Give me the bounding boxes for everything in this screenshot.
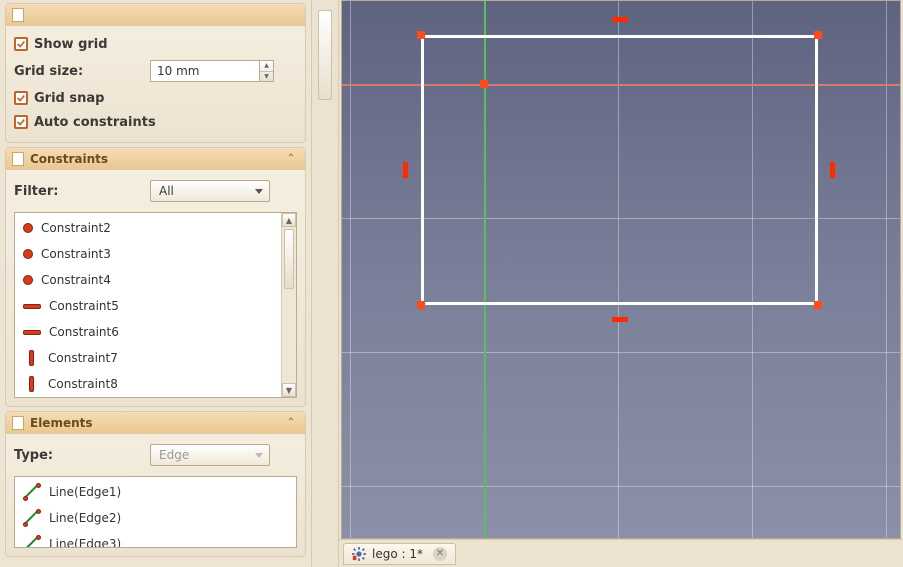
- spinner-down[interactable]: ▼: [260, 72, 273, 82]
- elements-panel-header[interactable]: Elements ⌃: [6, 412, 305, 434]
- elements-list: Line(Edge1) Line(Edge2) Line(Edge3): [14, 476, 297, 548]
- horizontal-constraint-icon: [612, 17, 628, 22]
- panel-divider[interactable]: [311, 0, 339, 567]
- grid-snap-checkbox[interactable]: [14, 91, 28, 105]
- point-constraint-icon: [23, 249, 33, 259]
- filter-select[interactable]: All: [150, 180, 270, 202]
- list-item-label: Constraint5: [49, 299, 119, 313]
- constraints-panel-header[interactable]: Constraints ⌃: [6, 148, 305, 170]
- close-icon[interactable]: ✕: [433, 547, 447, 561]
- sketch-point[interactable]: [417, 301, 425, 309]
- tab-label: lego : 1*: [372, 547, 423, 561]
- vertical-constraint-icon: [29, 350, 34, 366]
- line-element-icon: [23, 509, 41, 527]
- collapse-icon[interactable]: ⌃: [283, 415, 299, 431]
- constraints-list: Constraint2 Constraint3 Constraint4 Constra…: [14, 212, 297, 398]
- display-panel: Show grid Grid size: ▲▼ Grid snap Auto c…: [5, 3, 306, 143]
- auto-constraints-label: Auto constraints: [34, 115, 156, 130]
- document-tabbar: lego : 1* ✕: [339, 539, 903, 567]
- elements-panel: Elements ⌃ Type: Edge Line(Edge1)Line(Ed…: [5, 411, 306, 557]
- horizontal-constraint-icon: [23, 304, 41, 309]
- horizontal-constraint-icon: [612, 317, 628, 322]
- sketch-point[interactable]: [417, 31, 425, 39]
- sketch-point[interactable]: [814, 31, 822, 39]
- document-tab[interactable]: lego : 1* ✕: [343, 543, 456, 565]
- vertical-constraint-icon: [830, 162, 835, 178]
- collapse-icon[interactable]: ⌃: [283, 151, 299, 167]
- elements-panel-title: Elements: [30, 416, 93, 430]
- list-item[interactable]: Line(Edge1): [15, 479, 296, 505]
- line-element-icon: [23, 535, 41, 548]
- show-grid-checkbox[interactable]: [14, 37, 28, 51]
- sketch-point[interactable]: [814, 301, 822, 309]
- spinner-up[interactable]: ▲: [260, 61, 273, 72]
- vertical-constraint-icon: [403, 162, 408, 178]
- list-item[interactable]: Constraint3: [15, 241, 296, 267]
- list-item[interactable]: Constraint2: [15, 215, 296, 241]
- list-item[interactable]: Line(Edge3): [15, 531, 296, 548]
- list-item-label: Line(Edge1): [49, 485, 121, 499]
- grid-size-spinner[interactable]: ▲▼: [260, 60, 274, 82]
- list-item[interactable]: Constraint7: [15, 345, 296, 371]
- list-item[interactable]: Line(Edge2): [15, 505, 296, 531]
- scrollbar[interactable]: ▲ ▼: [281, 213, 296, 397]
- grid-size-label: Grid size:: [14, 64, 144, 79]
- constraints-panel: Constraints ⌃ Filter: All Constraint2Con…: [5, 147, 306, 407]
- horizontal-constraint-icon: [23, 330, 41, 335]
- gear-icon: [352, 547, 366, 561]
- list-item[interactable]: Constraint6: [15, 319, 296, 345]
- point-constraint-icon: [23, 275, 33, 285]
- page-icon: [12, 152, 24, 166]
- grid-snap-label: Grid snap: [34, 91, 104, 106]
- constraints-panel-title: Constraints: [30, 152, 108, 166]
- scroll-thumb[interactable]: [284, 229, 294, 289]
- line-element-icon: [23, 483, 41, 501]
- list-item-label: Constraint6: [49, 325, 119, 339]
- list-item-label: Constraint7: [48, 351, 118, 365]
- page-icon: [12, 416, 24, 430]
- sketch-point[interactable]: [480, 80, 488, 88]
- list-item-label: Line(Edge2): [49, 511, 121, 525]
- auto-constraints-checkbox[interactable]: [14, 115, 28, 129]
- main-area: lego : 1* ✕: [339, 0, 903, 567]
- page-icon: [12, 8, 24, 22]
- type-label: Type:: [14, 448, 144, 463]
- grid-line: [342, 486, 900, 487]
- list-item-label: Constraint8: [48, 377, 118, 391]
- list-item-label: Constraint3: [41, 247, 111, 261]
- point-constraint-icon: [23, 223, 33, 233]
- type-select[interactable]: Edge: [150, 444, 270, 466]
- grid-line: [342, 352, 900, 353]
- sketch-viewport[interactable]: [341, 0, 901, 539]
- list-item-label: Line(Edge3): [49, 537, 121, 548]
- sketch-rectangle[interactable]: [421, 35, 818, 305]
- list-item[interactable]: Constraint8: [15, 371, 296, 397]
- divider-handle[interactable]: [318, 10, 332, 100]
- scroll-up[interactable]: ▲: [282, 213, 296, 227]
- list-item[interactable]: Constraint4: [15, 267, 296, 293]
- grid-line: [350, 1, 351, 538]
- show-grid-label: Show grid: [34, 37, 108, 52]
- list-item[interactable]: Constraint5: [15, 293, 296, 319]
- list-item-label: Constraint4: [41, 273, 111, 287]
- grid-size-input[interactable]: [150, 60, 260, 82]
- vertical-constraint-icon: [29, 376, 34, 392]
- sidebar: Show grid Grid size: ▲▼ Grid snap Auto c…: [0, 0, 311, 567]
- grid-line: [886, 1, 887, 538]
- list-item-label: Constraint2: [41, 221, 111, 235]
- filter-label: Filter:: [14, 184, 144, 199]
- scroll-down[interactable]: ▼: [282, 383, 296, 397]
- display-panel-header[interactable]: [6, 4, 305, 26]
